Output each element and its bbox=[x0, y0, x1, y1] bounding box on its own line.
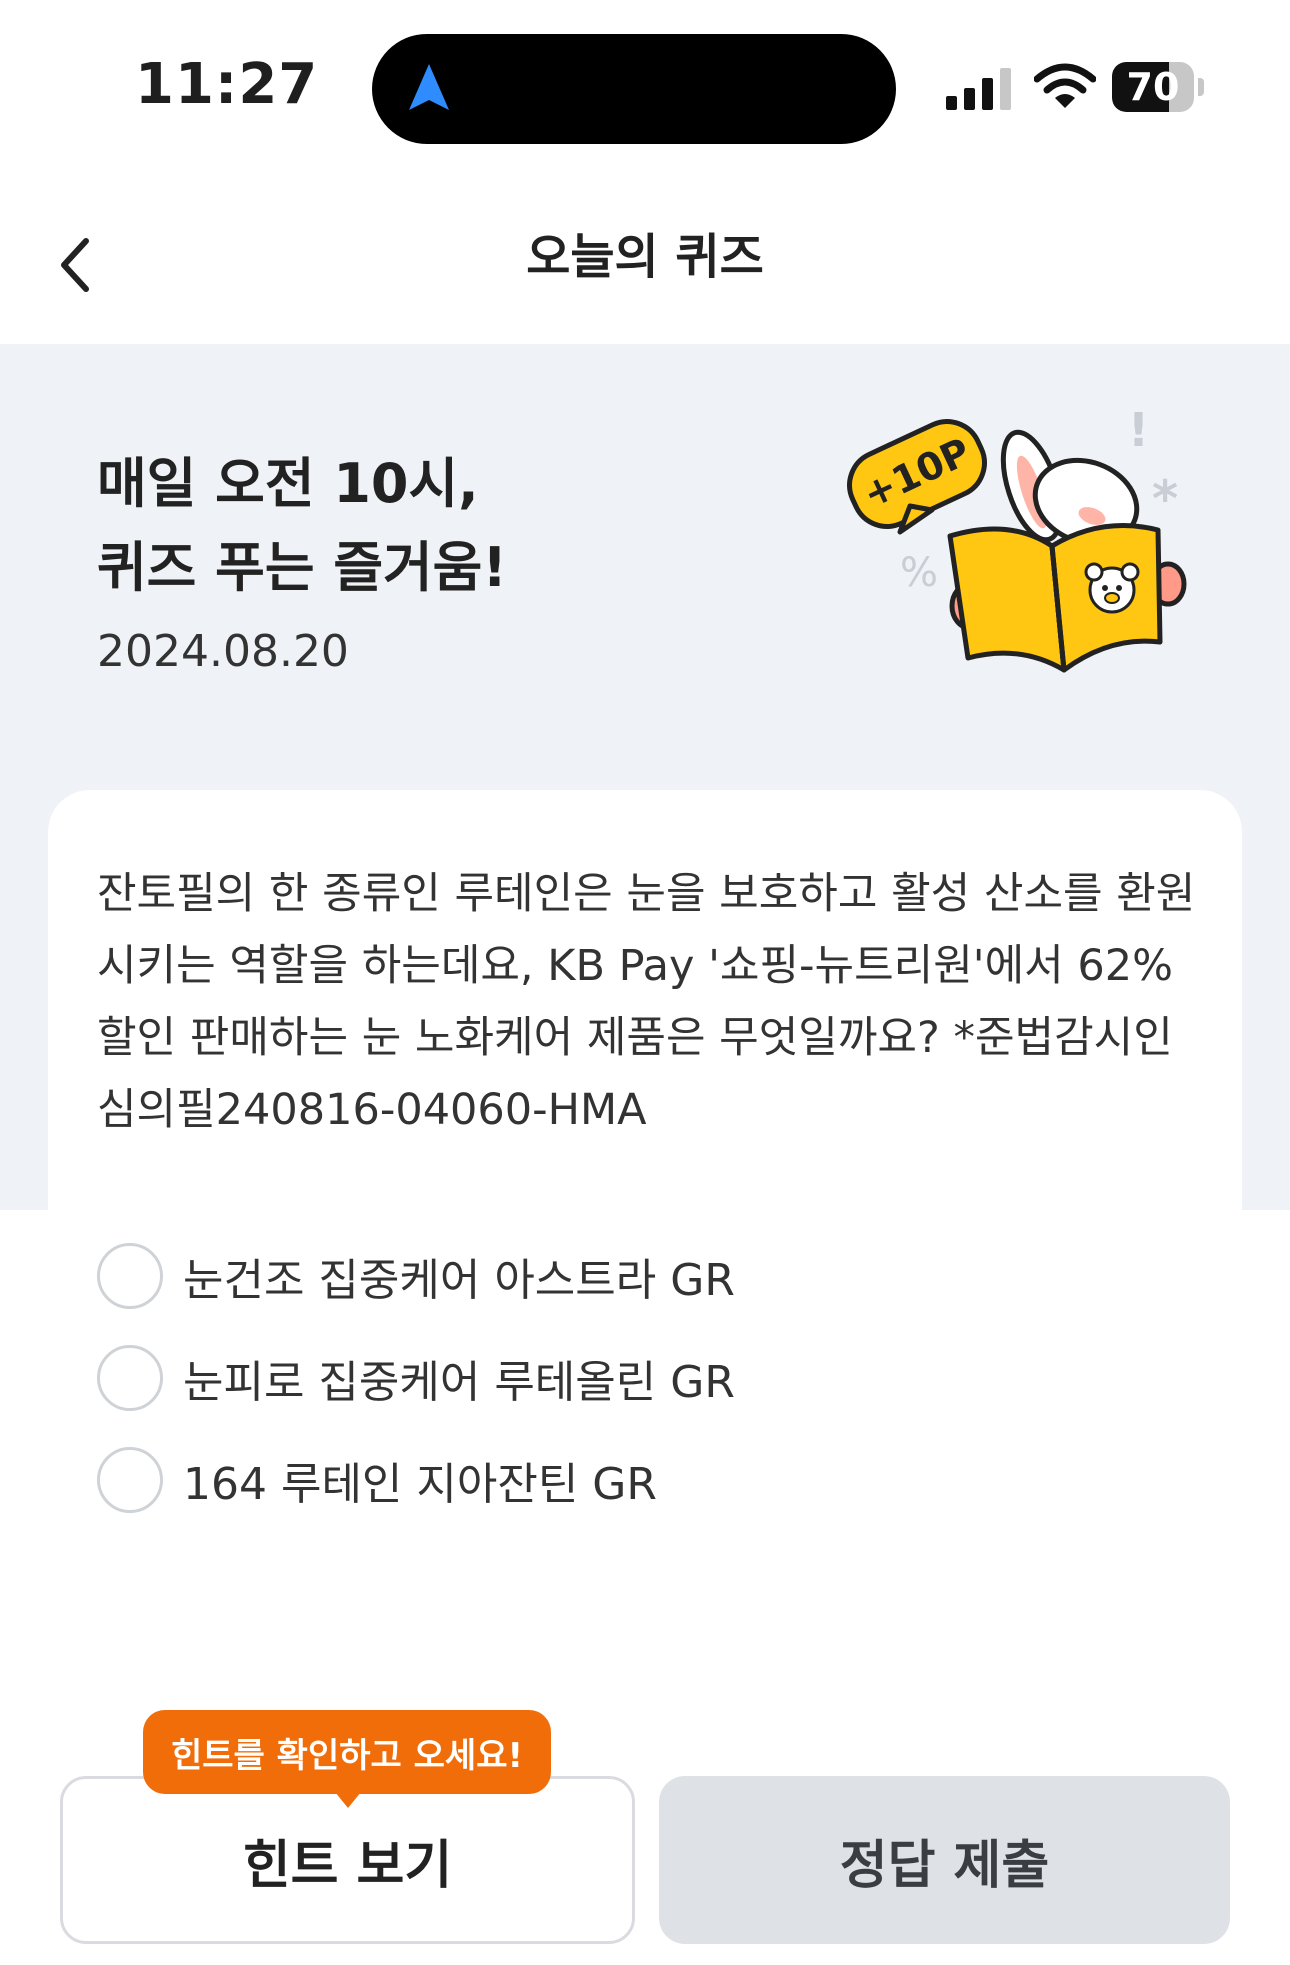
svg-text:*: * bbox=[1152, 470, 1178, 528]
battery-indicator: 70 bbox=[1112, 62, 1204, 112]
answer-option-label: 눈건조 집중케어 아스트라 GR bbox=[183, 1255, 735, 1306]
submit-answer-button[interactable]: 정답 제출 bbox=[659, 1776, 1230, 1944]
top-app-bar: 오늘의 퀴즈 bbox=[0, 170, 1290, 344]
rabbit-reading-book-illustration: +10P ! * % bbox=[847, 406, 1187, 673]
answer-options: 눈건조 집중케어 아스트라 GR 눈피로 집중케어 루테올린 GR 164 루테… bbox=[97, 1225, 1197, 1531]
radio-button[interactable] bbox=[97, 1447, 163, 1513]
answer-option-2[interactable]: 눈피로 집중케어 루테올린 GR bbox=[97, 1327, 1197, 1429]
page-title: 오늘의 퀴즈 bbox=[526, 229, 764, 285]
battery-icon: 70 bbox=[1112, 62, 1194, 112]
hint-tooltip: 힌트를 확인하고 오세요! bbox=[143, 1710, 551, 1794]
svg-text:%: % bbox=[900, 550, 938, 596]
location-arrow-icon bbox=[409, 64, 449, 110]
answer-option-3[interactable]: 164 루테인 지아잔틴 GR bbox=[97, 1429, 1197, 1531]
answer-option-label: 164 루테인 지아잔틴 GR bbox=[183, 1459, 657, 1510]
question-text: 잔토필의 한 종류인 루테인은 눈을 보호하고 활성 산소를 환원시키는 역할을… bbox=[97, 869, 1196, 1135]
quiz-date: 2024.08.20 bbox=[97, 626, 349, 677]
chevron-left-icon bbox=[61, 238, 89, 292]
battery-tip bbox=[1198, 78, 1204, 96]
radio-button[interactable] bbox=[97, 1345, 163, 1411]
points-badge: +10P bbox=[847, 419, 987, 535]
hint-tooltip-tail bbox=[335, 1792, 361, 1808]
status-bar: 11:27 70 bbox=[0, 0, 1290, 170]
back-button[interactable] bbox=[40, 225, 110, 305]
cellular-signal-icon bbox=[946, 68, 1011, 110]
svg-text:!: ! bbox=[1128, 406, 1149, 457]
answer-option-1[interactable]: 눈건조 집중케어 아스트라 GR bbox=[97, 1225, 1197, 1327]
hero-title: 매일 오전 10시, 퀴즈 푸는 즐거움! bbox=[97, 452, 507, 599]
answer-option-label: 눈피로 집중케어 루테올린 GR bbox=[183, 1357, 735, 1408]
radio-button[interactable] bbox=[97, 1243, 163, 1309]
battery-percent: 70 bbox=[1126, 65, 1180, 109]
wifi-icon bbox=[1034, 63, 1096, 108]
status-time: 11:27 bbox=[135, 52, 319, 117]
